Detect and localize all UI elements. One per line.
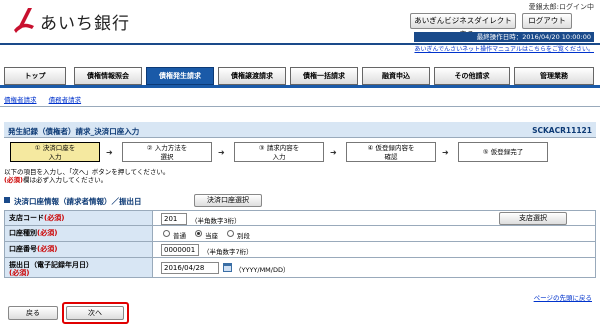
next-button-highlight — [62, 302, 129, 324]
section-header: 決済口座情報（請求者情報）／振出日 決済口座選択 — [4, 194, 596, 208]
account-type-radio-current[interactable] — [195, 230, 202, 237]
branch-code-label: 支店コード(必須) — [5, 211, 153, 225]
step-arrow-icon: ➜ — [442, 148, 449, 157]
account-type-row: 口座種別(必須) 普通 当座 別段 — [4, 226, 596, 242]
subnav-creditor-request[interactable]: 債権者請求 — [4, 96, 37, 104]
step-arrow-icon: ➜ — [330, 148, 337, 157]
account-number-row: 口座番号(必須) 0000001 （半角数字7桁） — [4, 242, 596, 258]
account-number-value-cell: 0000001 （半角数字7桁） — [155, 242, 595, 257]
step-1: ① 決済口座を 入力 — [10, 142, 100, 162]
step-3-label: ③ 請求内容を 入力 — [258, 144, 300, 161]
account-type-special-label: 別段 — [237, 232, 250, 240]
issue-date-value-cell: 2016/04/28 （YYYY/MM/DD） — [155, 258, 595, 277]
step-4: ④ 仮登録内容を 確認 — [346, 142, 436, 162]
account-number-note: （半角数字7桁） — [203, 248, 253, 256]
page-title-bar: 発生記録（債権者）請求_決済口座入力 SCKACR11121 — [4, 122, 596, 138]
subnav-debtor-request[interactable]: 債務者請求 — [49, 96, 82, 104]
screen-id: SCKACR11121 — [532, 126, 592, 135]
bank-name: あいち銀行 — [40, 14, 130, 34]
logout-button[interactable]: ログアウト — [522, 13, 572, 29]
branch-select-button[interactable]: 支店選択 — [499, 212, 567, 225]
step-2-label: ② 入力方法を 選択 — [146, 144, 188, 161]
step-4-label: ④ 仮登録内容を 確認 — [367, 144, 415, 161]
tab-top[interactable]: トップ — [4, 67, 66, 85]
tab-transfer[interactable]: 債権譲渡請求 — [218, 67, 286, 85]
account-type-radio-ordinary[interactable] — [163, 230, 170, 237]
account-number-label-text: 口座番号 — [9, 245, 37, 253]
tab-bulk[interactable]: 債権一括請求 — [290, 67, 358, 85]
tab-underline — [0, 85, 600, 88]
sub-navigation: 債権者請求 債務者請求 — [4, 94, 91, 104]
page-title: 発生記録（債権者）請求_決済口座入力 — [8, 127, 140, 136]
last-operation-time: 最終操作日時：2016/04/20 10:00:00 — [414, 32, 594, 42]
issue-date-label: 振出日（電子記録年月日） (必須) — [5, 258, 153, 277]
issue-date-row: 振出日（電子記録年月日） (必須) 2016/04/28 （YYYY/MM/DD） — [4, 258, 596, 278]
tab-issuance[interactable]: 債権発生請求 — [146, 67, 214, 85]
bank-logo-mark-icon — [14, 8, 34, 33]
return-direct-button[interactable]: あいぎんビジネスダイレクトへ戻る — [410, 13, 516, 39]
tab-other[interactable]: その他請求 — [434, 67, 510, 85]
instructions: 以下の項目を入力し、「次へ」ボタンを押してください。 (必須)欄は必ず入力してく… — [4, 168, 169, 184]
step-3: ③ 請求内容を 入力 — [234, 142, 324, 162]
step-2: ② 入力方法を 選択 — [122, 142, 212, 162]
branch-code-row: 支店コード(必須) 201 （半角数字3桁） 支店選択 — [4, 210, 596, 226]
required-tag: (必須) — [37, 245, 58, 253]
step-arrow-icon: ➜ — [106, 148, 113, 157]
branch-code-input[interactable]: 201 — [161, 213, 187, 225]
account-type-value-cell: 普通 当座 別段 — [155, 226, 595, 241]
branch-code-value-cell: 201 （半角数字3桁） 支店選択 — [155, 211, 595, 225]
account-select-button[interactable]: 決済口座選択 — [194, 194, 262, 207]
instruction-line-1: 以下の項目を入力し、「次へ」ボタンを押してください。 — [4, 168, 170, 176]
branch-code-label-text: 支店コード — [9, 214, 44, 222]
issue-date-label-text: 振出日（電子記録年月日） — [9, 261, 93, 269]
subnav-divider — [0, 106, 600, 107]
issue-date-note: （YYYY/MM/DD） — [235, 266, 290, 274]
step-1-label: ① 決済口座を 入力 — [34, 144, 76, 161]
required-tag: (必須) — [44, 214, 65, 222]
step-arrow-icon: ➜ — [218, 148, 225, 157]
issue-date-input[interactable]: 2016/04/28 — [161, 262, 219, 274]
step-5: ⑤ 仮登録完了 — [458, 142, 548, 162]
step-5-label: ⑤ 仮登録完了 — [482, 148, 524, 156]
instruction-line-2-text: 欄は必ず入力してください。 — [22, 176, 108, 184]
account-type-current-label: 当座 — [205, 232, 218, 240]
instruction-line-2: (必須)欄は必ず入力してください。 — [4, 176, 169, 184]
branch-code-note: （半角数字3桁） — [191, 217, 241, 225]
account-number-label: 口座番号(必須) — [5, 242, 153, 257]
required-tag: (必須) — [9, 269, 30, 277]
bank-logo: あいち銀行 — [12, 6, 132, 34]
account-type-ordinary-label: 普通 — [173, 232, 186, 240]
back-to-top-link[interactable]: ページの先頭に戻る — [534, 292, 592, 302]
tab-admin[interactable]: 管理業務 — [514, 67, 594, 85]
back-button[interactable]: 戻る — [8, 306, 58, 320]
required-tag: (必須) — [37, 229, 58, 237]
calendar-icon[interactable] — [223, 263, 232, 272]
account-type-label: 口座種別(必須) — [5, 226, 153, 241]
account-type-label-text: 口座種別 — [9, 229, 37, 237]
manual-link[interactable]: あいぎんでんさいネット操作マニュアルはこちらをご覧ください。 — [414, 44, 594, 53]
account-number-input[interactable]: 0000001 — [161, 244, 199, 256]
progress-steps: ① 決済口座を 入力 ➜ ② 入力方法を 選択 ➜ ③ 請求内容を 入力 ➜ ④… — [4, 140, 596, 164]
required-tag: (必須) — [4, 176, 23, 184]
tab-inquiry[interactable]: 債権情報照会 — [74, 67, 142, 85]
login-status: 愛銀太郎:ログイン中 — [528, 3, 594, 11]
main-tabs: トップ 債権情報照会 債権発生請求 債権譲渡請求 債権一括請求 融資申込 その他… — [4, 67, 596, 85]
section-square-icon — [4, 197, 10, 203]
tab-financing[interactable]: 融資申込 — [362, 67, 430, 85]
account-type-radio-special[interactable] — [227, 230, 234, 237]
section-title: 決済口座情報（請求者情報）／振出日 — [14, 197, 142, 206]
